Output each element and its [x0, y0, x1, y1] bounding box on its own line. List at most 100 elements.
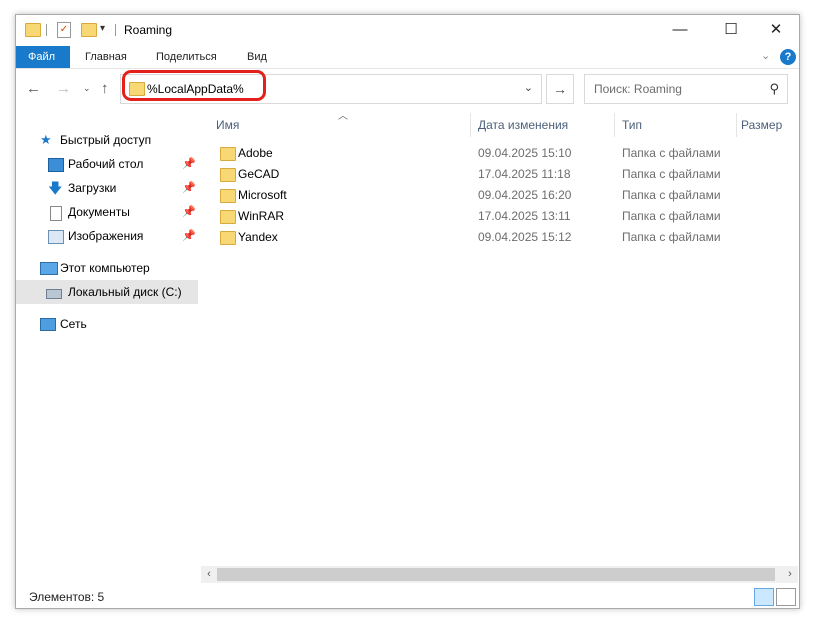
search-input[interactable]: Поиск: Roaming [594, 82, 682, 96]
column-divider[interactable] [736, 113, 737, 137]
file-type: Папка с файлами [622, 209, 721, 223]
large-icons-view-icon[interactable] [776, 588, 796, 606]
computer-icon [40, 262, 58, 275]
file-date: 09.04.2025 16:20 [478, 188, 572, 202]
nav-label: Загрузки [68, 181, 117, 195]
pin-icon[interactable]: 📌 [182, 200, 196, 224]
pin-icon[interactable]: 📌 [182, 224, 196, 248]
tab-share[interactable]: Поделиться [156, 46, 217, 68]
document-icon [50, 206, 62, 221]
file-name: WinRAR [238, 209, 285, 223]
network-icon [40, 318, 56, 331]
nav-quick-access[interactable]: ★ Быстрый доступ [16, 128, 198, 152]
new-folder-icon[interactable] [81, 23, 97, 37]
status-bar: Элементов: 5 [16, 585, 799, 608]
close-button[interactable]: ✕ [753, 15, 799, 45]
download-icon: 🡇 [48, 180, 63, 196]
properties-icon[interactable]: ✓ [57, 22, 71, 38]
star-icon: ★ [40, 132, 52, 147]
scroll-left-arrow[interactable]: ‹ [201, 566, 217, 583]
maximize-button[interactable]: ☐ [708, 15, 754, 45]
column-header-name[interactable]: Имя [216, 113, 239, 137]
folder-icon [25, 23, 41, 37]
nav-local-disk[interactable]: Локальный диск (C:) [16, 280, 198, 304]
search-icon[interactable]: ⚲ [769, 81, 779, 97]
folder-icon [220, 189, 236, 203]
file-type: Папка с файлами [622, 146, 721, 160]
scroll-right-arrow[interactable]: › [782, 566, 798, 583]
file-name: GeCAD [238, 167, 280, 181]
divider [46, 24, 47, 36]
column-divider[interactable] [470, 113, 471, 137]
column-header-date[interactable]: Дата изменения [478, 113, 568, 137]
nav-item-downloads[interactable]: 🡇 Загрузки 📌 [16, 176, 198, 200]
file-date: 09.04.2025 15:10 [478, 146, 572, 160]
recent-chevron-icon[interactable]: ⌄ [83, 83, 91, 94]
file-row[interactable]: WinRAR 17.04.2025 13:11 Папка с файлами [214, 206, 774, 227]
sort-ascending-icon: ︿ [338, 111, 348, 122]
navigation-pane: ★ Быстрый доступ Рабочий стол 📌 🡇 Загруз… [16, 108, 198, 578]
chevron-down-icon[interactable]: ▾ [100, 23, 105, 34]
desktop-icon [48, 158, 64, 172]
minimize-button[interactable]: — [657, 15, 703, 45]
file-type: Папка с файлами [622, 188, 721, 202]
nav-item-desktop[interactable]: Рабочий стол 📌 [16, 152, 198, 176]
folder-icon [220, 147, 236, 161]
file-date: 17.04.2025 13:11 [478, 209, 571, 223]
file-name: Microsoft [238, 188, 287, 202]
nav-label: Быстрый доступ [60, 133, 152, 147]
folder-icon [220, 210, 236, 224]
file-type: Папка с файлами [622, 167, 721, 181]
address-row: ← → ⌄ ↑ %LocalAppData% ⌄ → Поиск: Roamin… [16, 68, 799, 108]
tab-file[interactable]: Файл [16, 46, 70, 68]
chevron-down-icon[interactable]: ⌄ [524, 81, 533, 94]
file-name: Yandex [238, 230, 278, 244]
file-row[interactable]: Adobe 09.04.2025 15:10 Папка с файлами [214, 143, 774, 164]
nav-item-pictures[interactable]: Изображения 📌 [16, 224, 198, 248]
nav-network[interactable]: Сеть [16, 312, 198, 336]
explorer-window: ✓ ▾ Roaming — ☐ ✕ Файл Главная Поделитьс… [15, 14, 800, 609]
file-type: Папка с файлами [622, 230, 721, 244]
expand-ribbon-icon[interactable]: ⌄ [761, 49, 770, 62]
file-date: 09.04.2025 15:12 [478, 230, 572, 244]
file-row[interactable]: GeCAD 17.04.2025 11:18 Папка с файлами [214, 164, 774, 185]
title-bar: ✓ ▾ Roaming — ☐ ✕ [16, 15, 799, 46]
go-button[interactable]: → [546, 74, 574, 104]
drive-icon [46, 289, 62, 299]
nav-label: Сеть [60, 317, 87, 331]
back-arrow-icon[interactable]: ← [26, 80, 41, 97]
nav-label: Локальный диск (C:) [68, 285, 182, 299]
divider [115, 24, 116, 36]
file-row[interactable]: Yandex 09.04.2025 15:12 Папка с файлами [214, 227, 774, 248]
pin-icon[interactable]: 📌 [182, 176, 196, 200]
column-header-size[interactable]: Размер [741, 113, 782, 137]
nav-this-pc[interactable]: Этот компьютер [16, 256, 198, 280]
highlight-marker [122, 70, 266, 101]
file-date: 17.04.2025 11:18 [478, 167, 571, 181]
tab-view[interactable]: Вид [247, 46, 267, 68]
item-count: Элементов: 5 [29, 590, 105, 604]
nav-label: Рабочий стол [68, 157, 144, 171]
forward-arrow-icon[interactable]: → [56, 80, 71, 97]
horizontal-scrollbar[interactable]: ‹ › [201, 566, 798, 583]
column-header-type[interactable]: Тип [622, 113, 642, 137]
nav-label: Этот компьютер [60, 261, 150, 275]
file-row[interactable]: Microsoft 09.04.2025 16:20 Папка с файла… [214, 185, 774, 206]
window-title: Roaming [124, 23, 173, 37]
details-view-icon[interactable] [754, 588, 774, 606]
pin-icon[interactable]: 📌 [182, 152, 196, 176]
nav-label: Документы [68, 205, 130, 219]
up-arrow-icon[interactable]: ↑ [101, 80, 109, 97]
search-box[interactable]: Поиск: Roaming ⚲ [584, 74, 788, 104]
tab-home[interactable]: Главная [85, 46, 127, 68]
pictures-icon [48, 230, 64, 244]
folder-icon [220, 231, 236, 245]
scrollbar-thumb[interactable] [217, 568, 775, 581]
column-divider[interactable] [614, 113, 615, 137]
nav-label: Изображения [68, 229, 144, 243]
help-icon[interactable]: ? [780, 49, 796, 65]
file-name: Adobe [238, 146, 273, 160]
nav-item-documents[interactable]: Документы 📌 [16, 200, 198, 224]
folder-icon [220, 168, 236, 182]
ribbon-tabs: Файл Главная Поделиться Вид ⌄ ? [16, 46, 799, 69]
